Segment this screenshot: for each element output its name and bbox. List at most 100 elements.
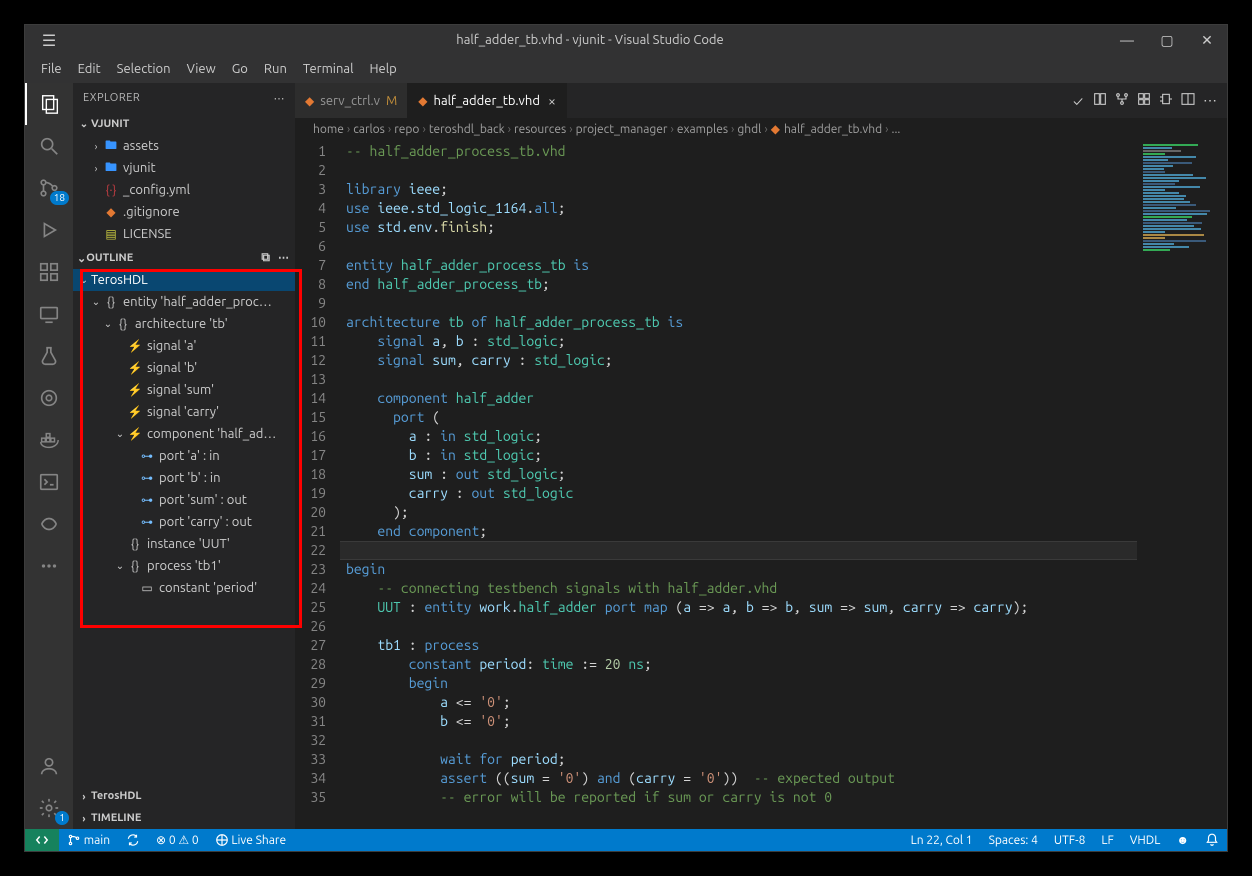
breadcrumb-segment[interactable]: project_manager [576, 123, 668, 136]
breadcrumb-segment[interactable]: repo [394, 123, 419, 136]
outline-item[interactable]: ⚡signal 'sum' [73, 379, 295, 401]
maximize-button[interactable]: ▢ [1147, 32, 1187, 49]
menu-run[interactable]: Run [256, 62, 295, 76]
account-icon[interactable] [25, 745, 73, 787]
grid-icon[interactable] [1133, 91, 1155, 110]
breadcrumb-segment[interactable]: home [313, 123, 344, 136]
titlebar: ☰ half_adder_tb.vhd - vjunit - Visual St… [25, 25, 1227, 55]
status-bar: main ⊗ 0 ⚠ 0 Live Share Ln 22, Col 1 Spa… [25, 829, 1227, 851]
split-editor-icon[interactable] [1177, 91, 1199, 110]
breadcrumb-segment[interactable]: resources [514, 123, 566, 136]
live-share[interactable]: Live Share [207, 829, 294, 851]
tab-label: half_adder_tb.vhd [434, 94, 540, 108]
minimize-button[interactable]: — [1107, 32, 1147, 48]
outline-item[interactable]: ⌄⚡component 'half_ad… [73, 423, 295, 445]
check-icon[interactable]: ✓ [1067, 93, 1089, 109]
outline-item[interactable]: ▭constant 'period' [73, 577, 295, 599]
explorer-file[interactable]: ◆.gitignore [73, 201, 295, 223]
outline-item[interactable]: ⊶port 'carry' : out [73, 511, 295, 533]
language-mode[interactable]: VHDL [1122, 829, 1169, 851]
sidebar-title: EXPLORER [83, 92, 274, 104]
git-branch[interactable]: main [59, 829, 118, 851]
sync-icon[interactable] [118, 829, 148, 851]
outline-item[interactable]: {}instance 'UUT' [73, 533, 295, 555]
menu-file[interactable]: File [33, 62, 70, 76]
breadcrumb-segment[interactable]: half_adder_tb.vhd [784, 123, 882, 136]
tab-half-adder[interactable]: ◆ half_adder_tb.vhd × [408, 83, 567, 118]
run-debug-view-icon[interactable] [25, 209, 73, 251]
teroshdl-section[interactable]: › TerosHDL [73, 785, 295, 807]
explorer-root-label: VJUNIT [91, 118, 129, 130]
extensions-view-icon[interactable] [25, 251, 73, 293]
terminal-view-icon[interactable] [25, 461, 73, 503]
search-view-icon[interactable] [25, 125, 73, 167]
main-area: 18 [25, 83, 1227, 829]
outline-collapse-icon[interactable]: ⧉ [261, 251, 270, 265]
explorer-file[interactable]: ▤LICENSE [73, 223, 295, 245]
minimap[interactable] [1137, 140, 1227, 829]
editor-tabs: ◆ serv_ctrl.v M ◆ half_adder_tb.vhd × ✓ [295, 83, 1227, 118]
indent-setting[interactable]: Spaces: 4 [981, 829, 1046, 851]
more-actions-icon[interactable]: ⋯ [1199, 92, 1221, 109]
outline-more-icon[interactable]: ⋯ [278, 251, 289, 265]
encoding-setting[interactable]: UTF-8 [1046, 829, 1093, 851]
modified-indicator: M [386, 94, 397, 108]
menu-go[interactable]: Go [224, 62, 256, 76]
scm-view-icon[interactable]: 18 [25, 167, 73, 209]
notifications-icon[interactable] [1197, 829, 1227, 851]
explorer-folder[interactable]: ›🖿assets [73, 135, 295, 157]
breadcrumb-segment[interactable]: ghdl [737, 123, 761, 136]
feedback-icon[interactable]: ☻ [1168, 829, 1197, 851]
breadcrumb-segment[interactable]: carlos [353, 123, 385, 136]
outline-item[interactable]: ⊶port 'a' : in [73, 445, 295, 467]
settings-icon[interactable]: 1 [25, 787, 73, 829]
outline-item[interactable]: ⊶port 'sum' : out [73, 489, 295, 511]
editor-area: ◆ serv_ctrl.v M ◆ half_adder_tb.vhd × ✓ [295, 83, 1227, 829]
explorer-root[interactable]: ⌄ VJUNIT [73, 113, 295, 135]
menu-selection[interactable]: Selection [109, 62, 179, 76]
outline-header[interactable]: ⌄ OUTLINE ⧉ ⋯ [73, 247, 295, 269]
flow-icon[interactable] [1111, 91, 1133, 110]
target-view-icon[interactable] [25, 377, 73, 419]
outline-item[interactable]: ⌄{}architecture 'tb' [73, 313, 295, 335]
outline-item[interactable]: ⚡signal 'a' [73, 335, 295, 357]
problems-status[interactable]: ⊗ 0 ⚠ 0 [148, 829, 207, 851]
tab-serv-ctrl[interactable]: ◆ serv_ctrl.v M [295, 83, 408, 118]
outline-item[interactable]: ⚡signal 'carry' [73, 401, 295, 423]
outline-item[interactable]: ⊶port 'b' : in [73, 467, 295, 489]
teros-view-icon[interactable] [25, 503, 73, 545]
outline-item[interactable]: ⚡signal 'b' [73, 357, 295, 379]
book-icon[interactable] [1089, 91, 1111, 110]
breadcrumbs[interactable]: home›carlos›repo›teroshdl_back›resources… [295, 118, 1227, 140]
explorer-view-icon[interactable] [25, 83, 73, 125]
cursor-position[interactable]: Ln 22, Col 1 [903, 829, 981, 851]
menu-edit[interactable]: Edit [70, 62, 109, 76]
outline-item[interactable]: ⌄{}process 'tb1' [73, 555, 295, 577]
outline-root[interactable]: ⌄ TerosHDL [73, 269, 295, 291]
schematic-icon[interactable] [1155, 91, 1177, 110]
close-window-button[interactable]: ✕ [1187, 32, 1227, 49]
outline-item[interactable]: ⌄{}entity 'half_adder_proc… [73, 291, 295, 313]
remote-indicator[interactable] [25, 829, 59, 851]
breadcrumb-segment[interactable]: teroshdl_back [429, 123, 505, 136]
eol-setting[interactable]: LF [1093, 829, 1121, 851]
docker-view-icon[interactable] [25, 419, 73, 461]
breadcrumb-segment[interactable]: ... [892, 123, 901, 136]
menu-help[interactable]: Help [361, 62, 404, 76]
remote-view-icon[interactable] [25, 293, 73, 335]
test-view-icon[interactable] [25, 335, 73, 377]
close-tab-icon[interactable]: × [548, 93, 556, 109]
menu-view[interactable]: View [179, 62, 224, 76]
menu-terminal[interactable]: Terminal [295, 62, 362, 76]
explorer-file[interactable]: {·}_config.yml [73, 179, 295, 201]
app-menu-button[interactable]: ☰ [25, 31, 73, 50]
vhdl-file-icon: ◆ [771, 122, 780, 136]
more-views-icon[interactable] [25, 545, 73, 587]
explorer-folder[interactable]: ›🖿vjunit [73, 157, 295, 179]
timeline-section[interactable]: › TIMELINE [73, 807, 295, 829]
breadcrumb-segment[interactable]: examples [677, 123, 728, 136]
chevron-right-icon: › [77, 813, 91, 824]
code-editor[interactable]: -- half_adder_process_tb.vhd library iee… [340, 140, 1137, 829]
sidebar-header: EXPLORER ⋯ [73, 83, 295, 113]
sidebar-more-icon[interactable]: ⋯ [274, 92, 286, 105]
